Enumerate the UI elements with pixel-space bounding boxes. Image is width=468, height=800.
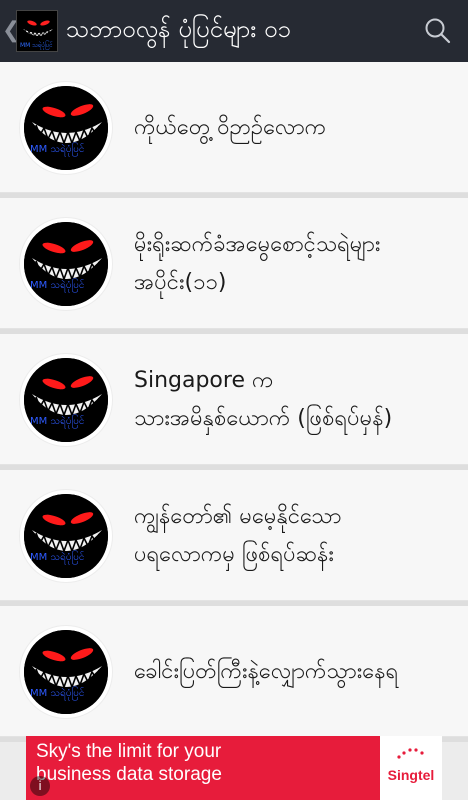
avatar-text: MM သရဲပုံပြင်	[30, 413, 84, 429]
ad-brand: Singtel	[387, 767, 435, 783]
grin-face-icon: MM သရဲပုံပြင်	[24, 85, 108, 170]
avatar-text: MM သရဲပုံပြင်	[30, 685, 84, 701]
app-logo-text: MM သရဲပုံပြင်	[20, 40, 53, 50]
story-list-item[interactable]: MM သရဲပုံပြင် ကျွန်တော်၏ မမေ့နိုင်သောပရလေ…	[0, 470, 468, 606]
search-button[interactable]	[408, 0, 468, 62]
story-title-line: ပရလောကမှ ဖြစ်ရပ်ဆန်း	[134, 541, 334, 567]
grin-face-icon: MM သရဲပုံပြင်	[24, 221, 108, 306]
story-avatar: MM သရဲပုံပြင်	[20, 217, 112, 310]
story-list: MM သရဲပုံပြင် ကိုယ်တွေ့ ဝိဉာဉ်လောက MM သရဲပ…	[0, 62, 468, 742]
avatar-text: MM သရဲပုံပြင်	[30, 141, 84, 157]
story-avatar: MM သရဲပုံပြင်	[20, 625, 112, 718]
ad-banner[interactable]: Sky's the limit for your business data s…	[26, 736, 442, 800]
avatar: MM သရဲပုံပြင်	[24, 629, 108, 714]
avatar: MM သရဲပုံပြင်	[24, 221, 108, 306]
avatar: MM သရဲပုံပြင်	[24, 493, 108, 578]
grin-face-icon: MM သရဲပုံပြင်	[24, 357, 108, 442]
story-list-item[interactable]: MM သရဲပုံပြင် ခေါင်းပြတ်ကြီးနဲ့လျှောက်သွာ…	[0, 606, 468, 742]
app-logo-face: MM သရဲပုံပြင်	[17, 11, 57, 51]
singtel-dots-icon	[397, 748, 424, 759]
story-avatar: MM သရဲပုံပြင်	[20, 81, 112, 174]
avatar: MM သရဲပုံပြင်	[24, 85, 108, 170]
app-bar: ❮ MM သရဲပုံပြင် သဘာဝလွန် ပုံပြင်များ ဝ၁	[0, 0, 468, 62]
ad-line-1: Sky's the limit for your	[36, 741, 222, 762]
story-title-line: အပိုင်း(၁၁)	[134, 269, 227, 295]
story-title-line: ကျွန်တော်၏ မမေ့နိုင်သော	[134, 503, 342, 529]
story-avatar: MM သရဲပုံပြင်	[20, 353, 112, 446]
ad-text: Sky's the limit for your business data s…	[36, 740, 222, 786]
story-avatar: MM သရဲပုံပြင်	[20, 489, 112, 582]
chevron-left-icon[interactable]: ❮	[2, 20, 20, 42]
avatar-text: MM သရဲပုံပြင်	[30, 549, 84, 565]
story-list-item[interactable]: MM သရဲပုံပြင် Singapore ကသားအမိနှစ်ယောက် …	[0, 334, 468, 470]
avatar-text: MM သရဲပုံပြင်	[30, 277, 84, 293]
avatar: MM သရဲပုံပြင်	[24, 357, 108, 442]
grin-face-icon: MM သရဲပုံပြင်	[24, 629, 108, 714]
ad-line-2: business data storage	[36, 764, 222, 785]
search-icon	[425, 18, 451, 44]
story-title-line: ကိုယ်တွေ့ ဝိဉာဉ်လောက	[134, 114, 327, 140]
story-title-line: သားအမိနှစ်ယောက် (ဖြစ်ရပ်မှန်)	[134, 405, 393, 431]
story-title-line: ခေါင်းပြတ်ကြီးနဲ့လျှောက်သွားနေရ	[134, 658, 399, 684]
page-title: သဘာဝလွန် ပုံပြင်များ ဝ၁	[66, 15, 291, 43]
info-icon[interactable]: i	[30, 776, 50, 796]
app-logo: MM သရဲပုံပြင်	[16, 10, 58, 52]
story-title: ကိုယ်တွေ့ ဝိဉာဉ်လောက	[134, 109, 326, 147]
story-list-item[interactable]: MM သရဲပုံပြင် ကိုယ်တွေ့ ဝိဉာဉ်လောက	[0, 62, 468, 198]
story-title-line: မိုးရိုးဆက်ခံအမွေစောင့်သရဲများ	[134, 231, 381, 257]
story-title-line: Singapore က	[134, 367, 274, 393]
story-title: ကျွန်တော်၏ မမေ့နိုင်သောပရလောကမှ ဖြစ်ရပ်ဆ…	[134, 498, 341, 574]
story-title: ခေါင်းပြတ်ကြီးနဲ့လျှောက်သွားနေရ	[134, 653, 398, 691]
ad-brand-panel: Singtel	[380, 736, 442, 800]
story-title: မိုးရိုးဆက်ခံအမွေစောင့်သရဲများအပိုင်း(၁၁…	[134, 226, 380, 302]
story-list-item[interactable]: MM သရဲပုံပြင် မိုးရိုးဆက်ခံအမွေစောင့်သရဲမ…	[0, 198, 468, 334]
grin-face-icon: MM သရဲပုံပြင်	[24, 493, 108, 578]
story-title: Singapore ကသားအမိနှစ်ယောက် (ဖြစ်ရပ်မှန်)	[134, 362, 392, 438]
